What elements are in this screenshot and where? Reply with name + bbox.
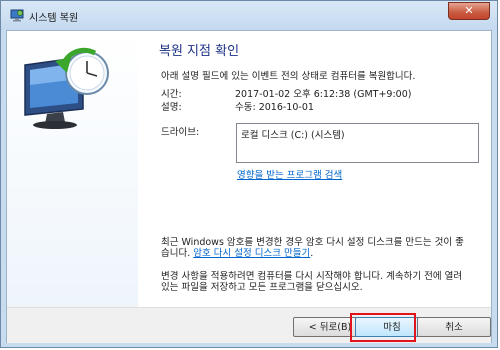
password-notice-end: . [310, 248, 314, 259]
time-label: 시간: [161, 89, 182, 100]
button-bar: < 뒤로(B) 마침 취소 [7, 307, 491, 343]
system-restore-icon [10, 9, 24, 22]
scan-affected-programs-link[interactable]: 영향을 받는 프로그램 검색 [237, 167, 342, 181]
drive-item[interactable]: 로컬 디스크 (C:) (시스템) [241, 127, 474, 141]
page-description: 아래 설명 필드에 있는 이벤트 전의 상태로 컴퓨터를 복원합니다. [161, 71, 416, 82]
create-password-reset-disk-link[interactable]: 암호 다시 설정 디스크 만들기 [193, 248, 310, 259]
close-button[interactable]: ✕ [448, 2, 490, 20]
restart-notice: 변경 사항을 적용하려면 컴퓨터를 다시 시작해야 합니다. 계속하기 전에 열… [161, 271, 463, 293]
page-title: 복원 지점 확인 [159, 44, 240, 59]
finish-button-highlight [350, 313, 416, 342]
drives-label: 드라이브: [161, 127, 200, 138]
description-label: 설명: [161, 102, 182, 113]
description-value: 수동: 2016-10-01 [235, 102, 314, 113]
password-notice: 최근 Windows 암호를 변경한 경우 암호 다시 설정 디스크를 만드는 … [161, 237, 471, 259]
confirm-restore-point-content: 복원 지점 확인 아래 설명 필드에 있는 이벤트 전의 상태로 컴퓨터를 복원… [138, 31, 491, 307]
illustration-panel [7, 31, 138, 307]
close-icon: ✕ [464, 4, 474, 17]
computer-restore-icon [24, 47, 109, 129]
title-bar[interactable]: 시스템 복원 ✕ [1, 1, 497, 30]
window-title: 시스템 복원 [29, 13, 79, 24]
system-restore-window: 시스템 복원 ✕ 복원 지점 확인 아래 설명 필드에 있는 이벤트 전의 상태… [0, 0, 498, 348]
time-value: 2017-01-02 오후 6:12:38 (GMT+9:00) [235, 89, 412, 100]
wizard-client-area: 복원 지점 확인 아래 설명 필드에 있는 이벤트 전의 상태로 컴퓨터를 복원… [6, 30, 492, 343]
drives-list[interactable]: 로컬 디스크 (C:) (시스템) [236, 123, 479, 163]
cancel-button[interactable]: 취소 [417, 317, 491, 337]
